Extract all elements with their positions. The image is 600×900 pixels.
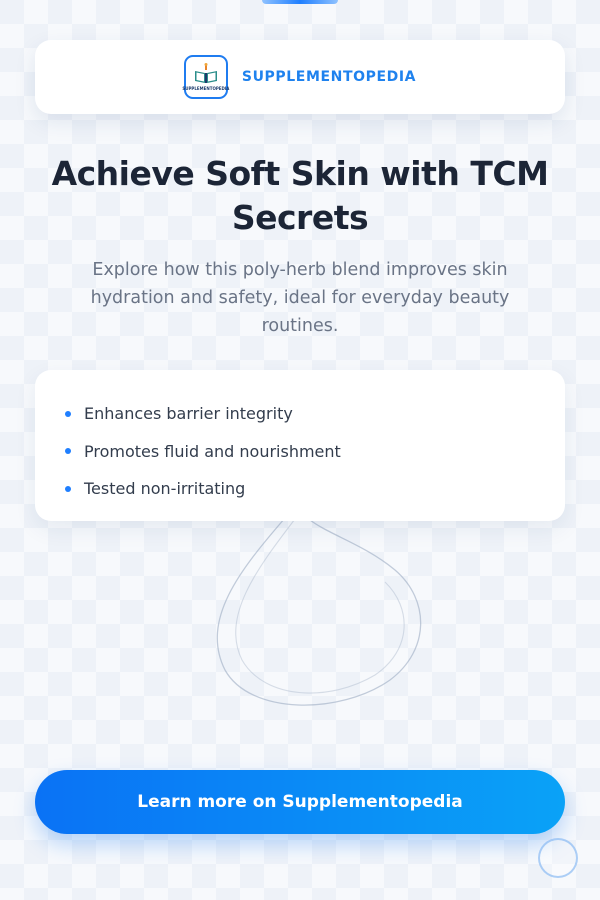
feature-label: Promotes fluid and nourishment: [84, 441, 341, 461]
top-accent-bar: [262, 0, 338, 4]
dot-icon: [65, 485, 71, 492]
feature-item: Enhances barrier integrity: [65, 395, 565, 433]
feature-label: Enhances barrier integrity: [84, 404, 293, 424]
brand-logo: SUPPLEMENTOPEDIA: [182, 55, 230, 99]
page-subtitle: Explore how this poly-herb blend improve…: [90, 260, 510, 336]
circle-icon[interactable]: [538, 838, 578, 878]
dot-icon: [65, 410, 71, 417]
learn-more-button[interactable]: Learn more on Supplementopedia: [35, 770, 565, 834]
book-lamp-icon: [194, 63, 217, 83]
brand-name: SUPPLEMENTOPEDIA: [241, 69, 417, 85]
feature-label: Tested non-irritating: [84, 479, 246, 499]
dot-icon: [65, 448, 71, 455]
feature-item: Promotes fluid and nourishment: [65, 433, 565, 471]
feature-item: Tested non-irritating: [65, 470, 565, 508]
features-card: Enhances barrier integrity Promotes flui…: [35, 370, 565, 521]
feature-list: Enhances barrier integrity Promotes flui…: [65, 395, 565, 508]
logo-wordmark: SUPPLEMENTOPEDIA: [182, 86, 230, 91]
brand-header: SUPPLEMENTOPEDIA SUPPLEMENTOPEDIA: [35, 40, 565, 114]
swirl-icon: [216, 514, 422, 706]
page-title: Achieve Soft Skin with TCM Secrets: [51, 154, 549, 237]
